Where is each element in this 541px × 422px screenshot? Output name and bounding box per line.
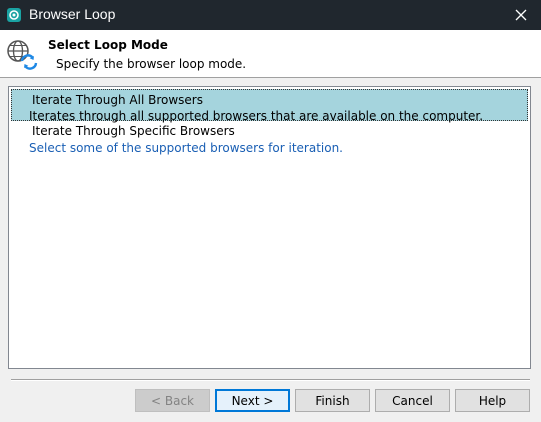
list-item-description: Iterates through all supported browsers …: [29, 109, 484, 123]
close-icon: [515, 9, 527, 21]
wizard-header: Select Loop Mode Specify the browser loo…: [0, 30, 541, 78]
finish-button[interactable]: Finish: [295, 389, 370, 412]
page-title: Select Loop Mode: [48, 38, 168, 52]
list-item-all-browsers[interactable]: Iterate Through All Browsers Iterates th…: [11, 89, 528, 123]
window-title: Browser Loop: [29, 6, 116, 22]
close-button[interactable]: [501, 0, 541, 30]
list-item-description: Select some of the supported browsers fo…: [29, 141, 343, 155]
divider: [11, 379, 530, 381]
back-button[interactable]: < Back: [135, 389, 210, 412]
app-icon: [6, 7, 22, 23]
list-item-title: Iterate Through All Browsers: [32, 93, 203, 107]
loop-mode-list[interactable]: Iterate Through All Browsers Iterates th…: [8, 86, 531, 369]
page-subtitle: Specify the browser loop mode.: [56, 57, 247, 71]
title-bar: Browser Loop: [0, 0, 541, 30]
next-button[interactable]: Next >: [215, 389, 290, 412]
list-item-specific-browsers[interactable]: Iterate Through Specific Browsers Select…: [11, 122, 528, 155]
cancel-button[interactable]: Cancel: [375, 389, 450, 412]
globe-refresh-icon: [4, 37, 40, 73]
help-button[interactable]: Help: [455, 389, 530, 412]
list-item-title: Iterate Through Specific Browsers: [32, 124, 235, 138]
